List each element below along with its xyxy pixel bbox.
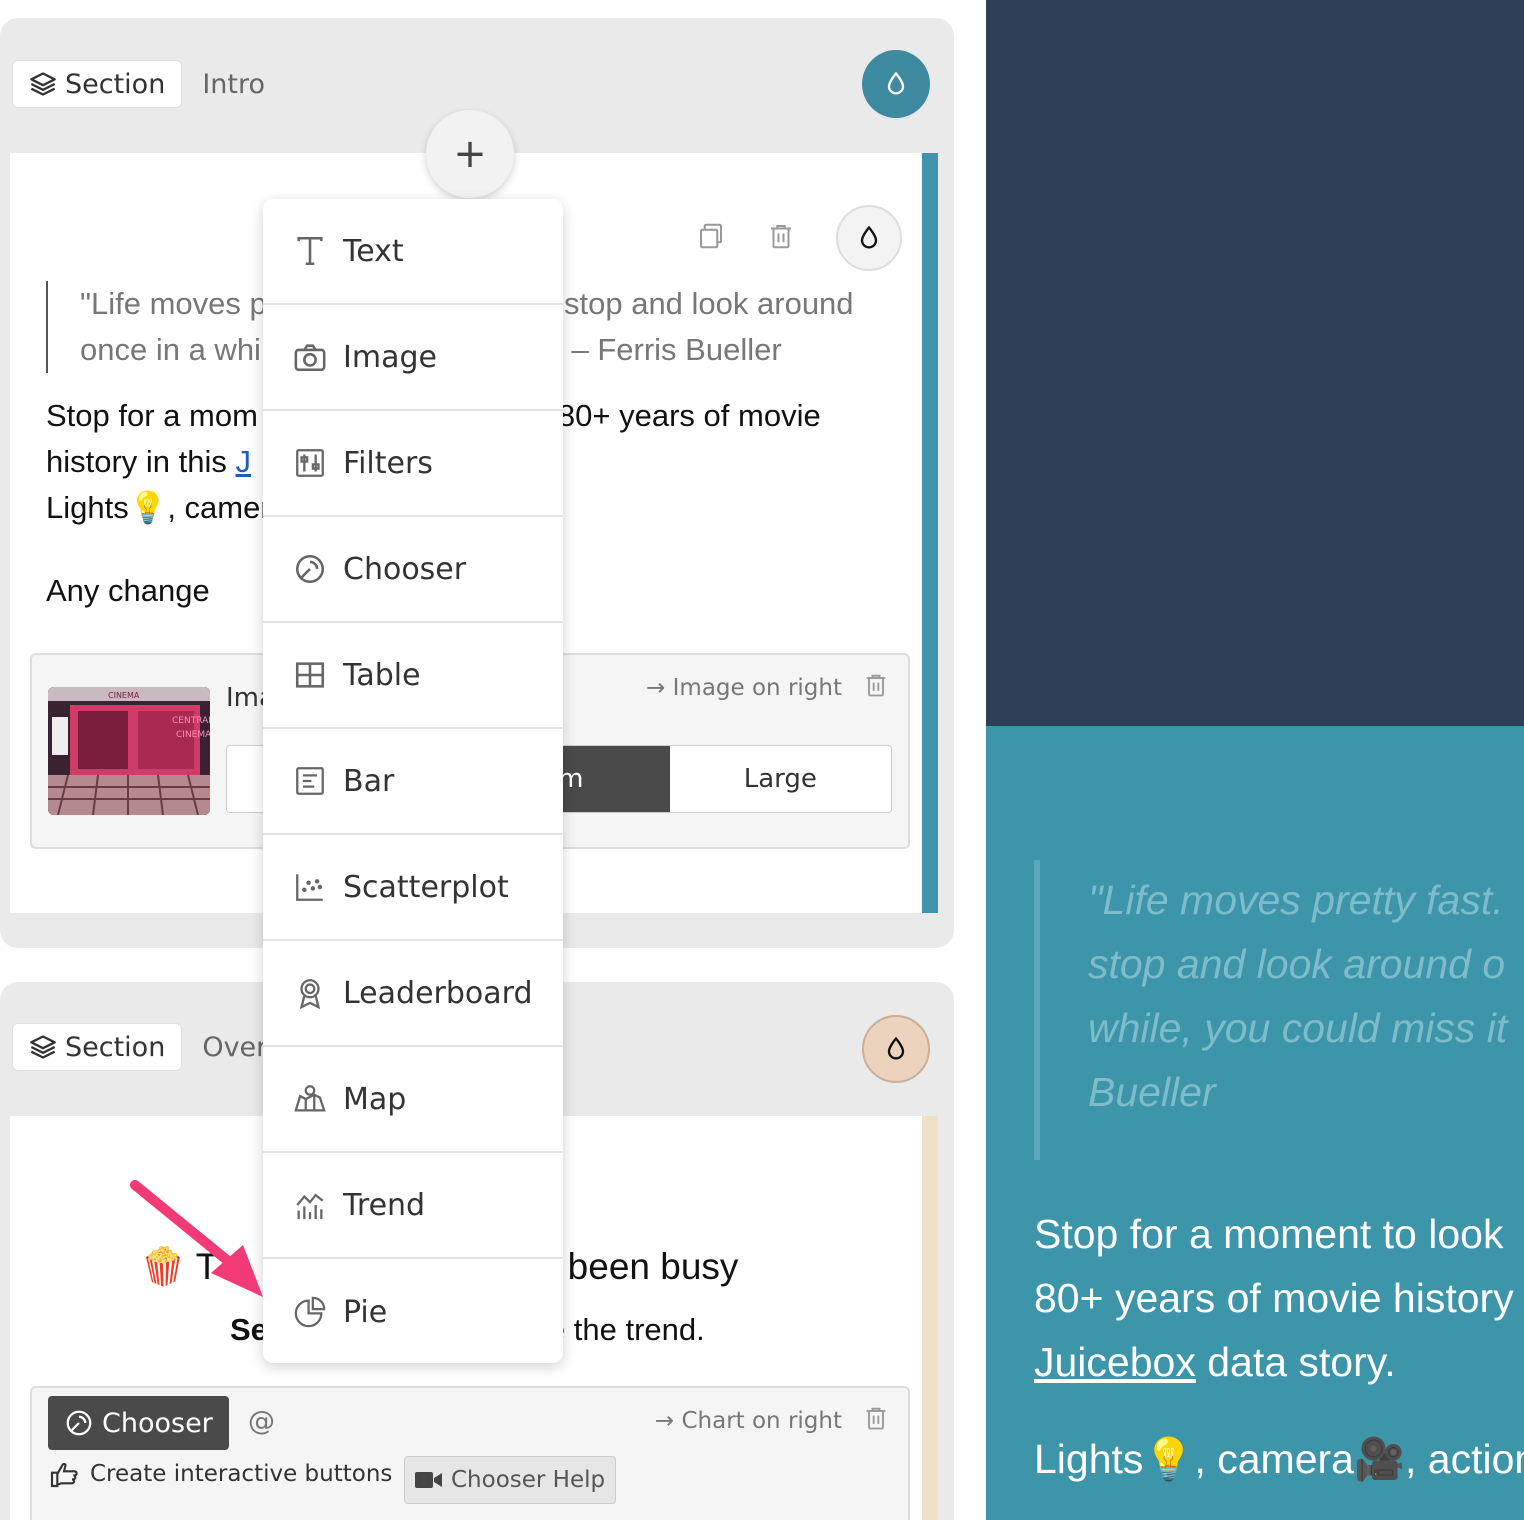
menu-item-filters[interactable]: Filters bbox=[263, 411, 563, 517]
video-icon bbox=[415, 1472, 442, 1488]
droplet-icon bbox=[887, 71, 905, 95]
annotation-arrow bbox=[130, 1180, 263, 1297]
text-icon bbox=[297, 236, 323, 266]
chooser-icon bbox=[66, 1410, 92, 1436]
menu-item-label: Image bbox=[343, 339, 437, 375]
thumb-sign-1: CINEMA bbox=[108, 691, 140, 700]
preview-body-line: data story. bbox=[1195, 1339, 1396, 1385]
create-label: Create interactive buttons bbox=[90, 1461, 393, 1487]
menu-item-label: Text bbox=[343, 233, 404, 269]
map-icon bbox=[294, 1085, 326, 1112]
image-position-toggle[interactable]: → Image on right bbox=[646, 675, 842, 701]
add-item-button[interactable]: + bbox=[426, 110, 514, 198]
droplet-icon bbox=[860, 225, 878, 249]
thumb-sign-2: CENTRAL bbox=[172, 716, 210, 726]
section-header: Section Over bbox=[12, 1023, 267, 1071]
section-tag[interactable]: Section bbox=[12, 60, 183, 108]
preview-juicebox-link[interactable]: Juicebox bbox=[1034, 1339, 1196, 1385]
body-line: history in this bbox=[46, 444, 236, 479]
preview-quote-line: stop and look around o bbox=[1088, 941, 1506, 987]
menu-item-table[interactable]: Table bbox=[263, 623, 563, 729]
preview-quote-line: while, you could miss it bbox=[1088, 1005, 1508, 1051]
chooser-icon bbox=[295, 554, 325, 584]
chooser-type-pill[interactable]: Chooser bbox=[48, 1396, 229, 1450]
pie-icon bbox=[294, 1296, 326, 1328]
copy-icon[interactable] bbox=[696, 221, 726, 255]
menu-item-pie[interactable]: Pie bbox=[263, 1259, 563, 1363]
camera-icon bbox=[294, 344, 326, 372]
section-name[interactable]: Over bbox=[202, 1032, 267, 1063]
section-style-button[interactable] bbox=[862, 1015, 930, 1083]
layers-icon bbox=[30, 72, 56, 96]
menu-item-label: Map bbox=[343, 1081, 407, 1117]
body-line: 80+ years of movie bbox=[557, 398, 821, 433]
preview-quote: "Life moves pretty fast. stop and look a… bbox=[1034, 860, 1524, 1160]
quote-text: "Life moves p bbox=[80, 286, 267, 321]
scatterplot-icon bbox=[296, 874, 323, 901]
thumb-sign-3: CINEMA bbox=[176, 730, 210, 740]
section-style-button[interactable] bbox=[862, 50, 930, 118]
preview-quote-line: "Life moves pretty fast. bbox=[1088, 877, 1504, 923]
trash-icon[interactable] bbox=[862, 671, 890, 703]
menu-item-leaderboard[interactable]: Leaderboard bbox=[263, 941, 563, 1047]
table-icon bbox=[295, 662, 325, 688]
menu-item-label: Filters bbox=[343, 445, 433, 481]
help-label: Chooser Help bbox=[451, 1467, 606, 1493]
leaderboard-icon bbox=[299, 979, 321, 1010]
menu-item-label: Trend bbox=[343, 1187, 426, 1223]
menu-item-label: Bar bbox=[343, 763, 395, 799]
preview-quote-line: Bueller bbox=[1088, 1069, 1216, 1115]
menu-item-text[interactable]: Text bbox=[263, 199, 563, 305]
card-toolbar bbox=[696, 205, 902, 271]
create-buttons-hint: Create interactive buttons bbox=[48, 1458, 392, 1490]
menu-item-trend[interactable]: Trend bbox=[263, 1153, 563, 1259]
bar-icon bbox=[296, 767, 324, 795]
chooser-help-button[interactable]: Chooser Help bbox=[404, 1456, 617, 1504]
trash-icon[interactable] bbox=[766, 221, 796, 255]
trash-icon[interactable] bbox=[862, 1404, 890, 1436]
quote-text: t stop and look around bbox=[546, 286, 854, 321]
trend-icon bbox=[296, 1193, 324, 1220]
chart-position-toggle[interactable]: → Chart on right bbox=[655, 1408, 842, 1434]
quote-text: once in a whi bbox=[80, 332, 261, 367]
juicebox-link[interactable]: J bbox=[236, 444, 252, 479]
menu-item-label: Chooser bbox=[343, 551, 467, 587]
chooser-config-panel: Chooser @ → Chart on right Create intera… bbox=[30, 1386, 910, 1520]
menu-item-chooser[interactable]: Chooser bbox=[263, 517, 563, 623]
menu-item-bar[interactable]: Bar bbox=[263, 729, 563, 835]
menu-item-map[interactable]: Map bbox=[263, 1047, 563, 1153]
preview-panel: "Life moves pretty fast. stop and look a… bbox=[986, 726, 1524, 1520]
add-item-menu: Text Image Filters Chooser Table Bar Sca… bbox=[263, 199, 563, 1363]
preview-body-line: 80+ years of movie history bbox=[1034, 1275, 1514, 1321]
preview-lights-line: Lights💡, camera🎥, action bbox=[1034, 1436, 1524, 1482]
cinema-image[interactable]: CINEMA CENTRAL CINEMA bbox=[48, 687, 210, 815]
preview-header-area bbox=[986, 0, 1524, 726]
preview-body-line: Stop for a moment to look bbox=[1034, 1211, 1504, 1257]
menu-item-label: Table bbox=[343, 657, 421, 693]
mention-button[interactable]: @ bbox=[248, 1406, 275, 1437]
subheading-text: e the trend. bbox=[547, 1312, 705, 1347]
menu-item-label: Scatterplot bbox=[343, 869, 509, 905]
layers-icon bbox=[30, 1035, 56, 1059]
any-change-text: Any change bbox=[46, 573, 210, 608]
body-line: Lights💡, camer bbox=[46, 490, 271, 525]
menu-item-label: Pie bbox=[343, 1294, 388, 1330]
section-header: Section Intro bbox=[12, 60, 265, 108]
menu-item-scatterplot[interactable]: Scatterplot bbox=[263, 835, 563, 941]
menu-item-image[interactable]: Image bbox=[263, 305, 563, 411]
section-tag[interactable]: Section bbox=[12, 1023, 183, 1071]
pointing-hand-icon bbox=[50, 1462, 78, 1488]
quote-text: ' – Ferris Bueller bbox=[556, 332, 782, 367]
chooser-pill-label: Chooser bbox=[102, 1407, 213, 1439]
menu-item-label: Leaderboard bbox=[343, 975, 533, 1011]
card-style-button[interactable] bbox=[836, 205, 902, 271]
filters-icon bbox=[296, 449, 324, 477]
body-line: Stop for a mom bbox=[46, 398, 258, 433]
size-large-button[interactable]: Large bbox=[670, 746, 891, 812]
section-name[interactable]: Intro bbox=[202, 69, 265, 100]
preview-body: Stop for a moment to look 80+ years of m… bbox=[1034, 1202, 1524, 1394]
droplet-icon bbox=[887, 1036, 905, 1060]
section-tag-label: Section bbox=[65, 68, 166, 100]
section-tag-label: Section bbox=[65, 1031, 166, 1063]
